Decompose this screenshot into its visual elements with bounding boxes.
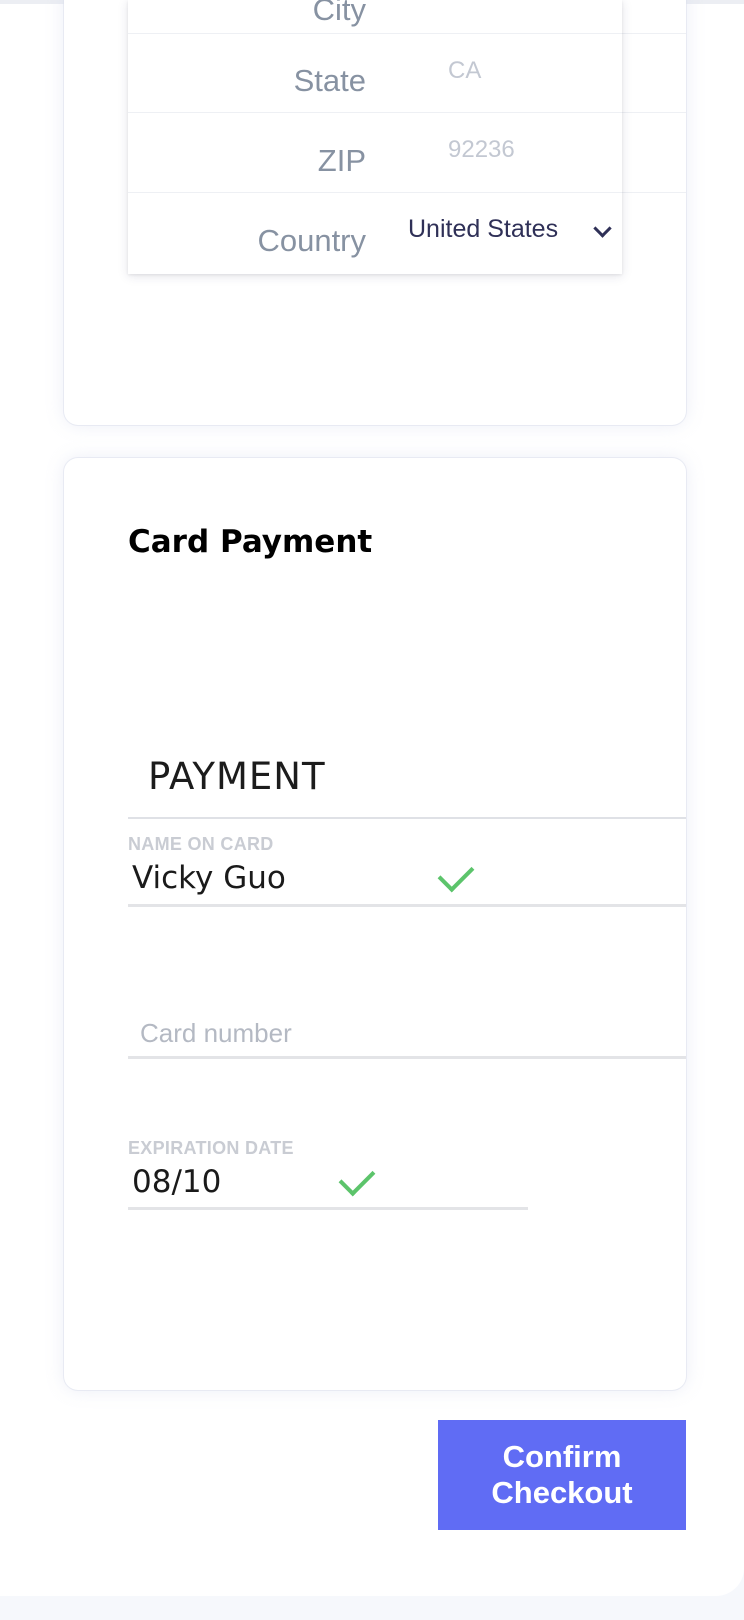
- state-input[interactable]: CA: [448, 57, 481, 85]
- card-payment-title: Card Payment: [128, 524, 373, 560]
- row-divider: [622, 112, 686, 113]
- expiration-date-input[interactable]: 08/10: [132, 1164, 221, 1200]
- zip-label: ZIP: [317, 143, 366, 178]
- payment-heading-divider: [128, 817, 686, 819]
- chevron-down-icon[interactable]: [593, 219, 612, 238]
- city-row[interactable]: City: [128, 0, 622, 34]
- card-number-underline: [128, 1056, 686, 1059]
- expiration-date-underline: [128, 1207, 528, 1210]
- city-label: City: [312, 0, 366, 27]
- state-label: State: [293, 63, 366, 98]
- expiration-date-label: EXPIRATION DATE: [128, 1138, 294, 1158]
- state-row[interactable]: State CA: [128, 33, 622, 113]
- name-on-card-underline: [128, 904, 686, 907]
- card-number-input[interactable]: Card number: [140, 1018, 292, 1049]
- checkout-viewport: City State CA ZIP 92236 Country United S…: [0, 0, 744, 1620]
- country-row[interactable]: Country United States: [128, 192, 622, 274]
- name-on-card-label: NAME ON CARD: [128, 834, 274, 854]
- row-divider: [622, 33, 686, 34]
- country-label: Country: [257, 223, 366, 258]
- country-select[interactable]: United States: [408, 215, 558, 244]
- confirm-checkout-button[interactable]: Confirm Checkout: [438, 1420, 686, 1530]
- zip-row[interactable]: ZIP 92236: [128, 112, 622, 193]
- payment-card: [64, 458, 686, 1390]
- payment-section-heading: PAYMENT: [148, 755, 326, 798]
- row-divider: [622, 192, 686, 193]
- zip-input[interactable]: 92236: [448, 136, 515, 164]
- name-on-card-input[interactable]: Vicky Guo: [132, 860, 286, 896]
- address-form-sheet: City State CA ZIP 92236 Country United S…: [128, 0, 622, 274]
